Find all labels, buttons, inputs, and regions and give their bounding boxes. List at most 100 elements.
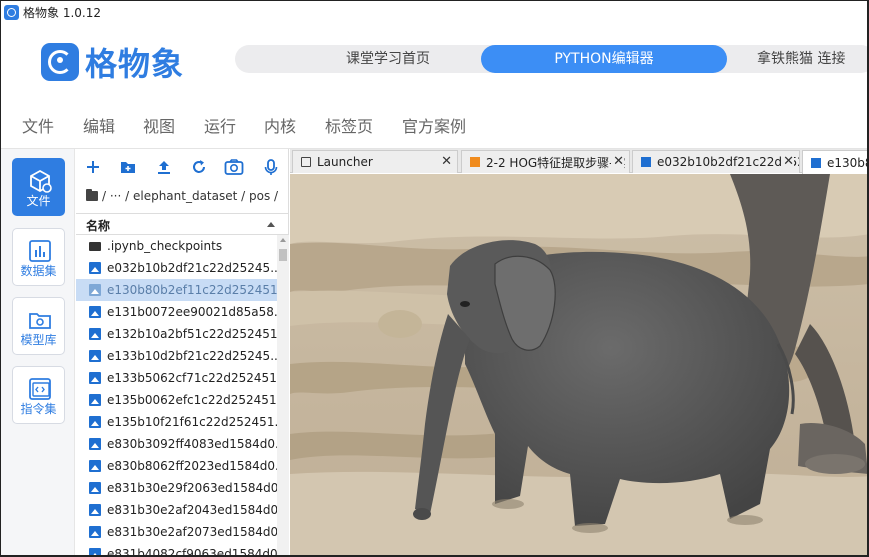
rail-item-files[interactable]: 文件 (12, 158, 83, 216)
app-icon (4, 4, 19, 20)
logo[interactable]: 格物象 (41, 39, 184, 85)
file-list-item[interactable]: e132b10a2bf51c22d252451... (76, 323, 277, 345)
logo-icon (41, 43, 79, 81)
image-file-icon (89, 526, 101, 538)
image-file-icon (89, 328, 101, 340)
breadcrumb: / ··· / elephant_dataset / pos / (86, 189, 278, 203)
file-name: e831b30e2af2043ed1584d0... (107, 503, 277, 517)
file-name: e135b0062efc1c22d252451... (107, 393, 277, 407)
tab-close-icon[interactable]: ✕ (781, 154, 794, 169)
left-rail: 文件 数据集 模型库 指令集 (1, 149, 83, 555)
menu-file[interactable]: 文件 (22, 113, 54, 137)
file-name: e032b10b2df21c22d25245... (107, 261, 277, 275)
menu-tabs[interactable]: 标签页 (325, 113, 373, 137)
window-title: 格物象 1.0.12 (23, 5, 101, 20)
rail-label-dataset: 数据集 (20, 264, 57, 278)
file-list-item[interactable]: e135b10f21f61c22d252451... (76, 411, 277, 433)
breadcrumb-path[interactable]: / ··· / elephant_dataset / pos / (102, 189, 278, 203)
file-list-item[interactable]: e831b30e2af2073ed1584d0... (76, 521, 277, 543)
launcher-icon (301, 157, 311, 167)
file-list-item[interactable]: e831b30e2af2043ed1584d0... (76, 499, 277, 521)
file-list-item[interactable]: .ipynb_checkpoints (76, 235, 277, 257)
file-list-item[interactable]: e831b30e29f2063ed1584d0... (76, 477, 277, 499)
file-name: e133b5062cf71c22d252451... (107, 371, 277, 385)
elephant-photo (290, 174, 867, 555)
file-name: e831b30e2af2073ed1584d0... (107, 525, 277, 539)
tab-label: Launcher (317, 155, 373, 169)
file-list-item[interactable]: e830b3092ff4083ed1584d0... (76, 433, 277, 455)
tab-label: 2-2 HOG特征提取步骤-实 (486, 155, 626, 170)
image-file-icon (89, 416, 101, 428)
image-file-icon (89, 394, 101, 406)
scroll-up-icon[interactable] (280, 238, 286, 242)
tab-label: e130b80b2ef11c22d252451 (827, 155, 867, 170)
new-folder-button[interactable] (119, 158, 137, 176)
file-name: .ipynb_checkpoints (107, 239, 223, 253)
rail-label-model-library: 模型库 (20, 333, 57, 347)
rail-item-command-set[interactable]: 指令集 (12, 366, 65, 424)
files-icon (30, 169, 52, 193)
file-list-item[interactable]: e135b0062efc1c22d252451... (76, 389, 277, 411)
menu-edit[interactable]: 编辑 (83, 113, 115, 137)
file-name: e831b30e29f2063ed1584d0... (107, 481, 277, 495)
image-viewer (290, 174, 867, 555)
image-file-icon (89, 372, 101, 384)
image-file-icon (89, 482, 101, 494)
nav-python-editor[interactable]: PYTHON编辑器 (481, 45, 727, 73)
file-list-item[interactable]: e131b0072ee90021d85a58... (76, 301, 277, 323)
app-window: 格物象 1.0.12 格物象 课堂学习首页 PYTHON编辑器 拿铁熊猫 连接 … (0, 0, 869, 557)
tab-image-e032[interactable]: e032b10b2df21c22d2524 ✕ (632, 150, 800, 173)
file-name: e831b4082cf9063ed1584d0... (107, 547, 277, 557)
file-list-item[interactable]: e133b5062cf71c22d252451... (76, 367, 277, 389)
image-file-icon (89, 284, 101, 296)
camera-button[interactable] (224, 158, 244, 176)
file-list: .ipynb_checkpoints e032b10b2df21c22d25245… (76, 235, 277, 557)
tab-close-icon[interactable]: ✕ (611, 154, 624, 169)
notebook-icon (470, 157, 480, 167)
logo-text: 格物象 (85, 45, 185, 83)
file-list-item[interactable]: e831b4082cf9063ed1584d0... (76, 543, 277, 557)
image-file-icon (641, 157, 651, 167)
header: 格物象 课堂学习首页 PYTHON编辑器 拿铁熊猫 连接 (1, 23, 867, 97)
tab-hog-notebook[interactable]: 2-2 HOG特征提取步骤-实 ✕ (461, 150, 630, 173)
file-list-scrollbar[interactable] (277, 235, 289, 555)
file-list-item[interactable]: e032b10b2df21c22d25245... (76, 257, 277, 279)
menu-kernel[interactable]: 内核 (264, 113, 296, 137)
command-set-icon (29, 378, 51, 400)
image-file-icon (811, 157, 821, 168)
tab-image-e130[interactable]: e130b80b2ef11c22d252451 (802, 150, 867, 174)
image-file-icon (89, 460, 101, 472)
folder-icon (89, 241, 101, 251)
file-name: e830b8062ff2023ed1584d0... (107, 459, 277, 473)
nav-latte-panda[interactable]: 拿铁熊猫 连接 (757, 45, 867, 73)
tab-close-icon[interactable]: ✕ (439, 154, 452, 169)
upload-button[interactable] (155, 158, 173, 176)
sort-ascending-icon (267, 222, 275, 227)
tab-launcher[interactable]: Launcher ✕ (292, 150, 458, 173)
image-file-icon (89, 438, 101, 450)
file-list-item[interactable]: e133b10d2bf21c22d25245... (76, 345, 277, 367)
file-name: e133b10d2bf21c22d25245... (107, 349, 277, 363)
rail-item-model-library[interactable]: 模型库 (12, 297, 65, 355)
rail-item-dataset[interactable]: 数据集 (12, 228, 65, 286)
file-name: e131b0072ee90021d85a58... (107, 305, 277, 319)
nav-course-home[interactable]: 课堂学习首页 (295, 45, 481, 73)
file-list-item[interactable]: e130b80b2ef11c22d252451... (76, 279, 277, 301)
folder-icon[interactable] (86, 189, 98, 201)
menu-official-examples[interactable]: 官方案例 (402, 113, 466, 137)
file-name: e130b80b2ef11c22d252451... (107, 283, 277, 297)
new-launcher-button[interactable] (84, 158, 102, 176)
file-list-item[interactable]: e830b8062ff2023ed1584d0... (76, 455, 277, 477)
microphone-button[interactable] (262, 158, 280, 176)
rail-label-command-set: 指令集 (20, 402, 57, 416)
image-file-icon (89, 306, 101, 318)
file-name: e132b10a2bf51c22d252451... (107, 327, 277, 341)
menu-run[interactable]: 运行 (204, 113, 236, 137)
file-name: e830b3092ff4083ed1584d0... (107, 437, 277, 451)
scroll-thumb[interactable] (279, 249, 287, 261)
menu-view[interactable]: 视图 (143, 113, 175, 137)
refresh-button[interactable] (190, 158, 208, 176)
model-library-icon (29, 313, 51, 329)
image-file-icon (89, 504, 101, 516)
name-column-header[interactable]: 名称 (76, 213, 289, 235)
